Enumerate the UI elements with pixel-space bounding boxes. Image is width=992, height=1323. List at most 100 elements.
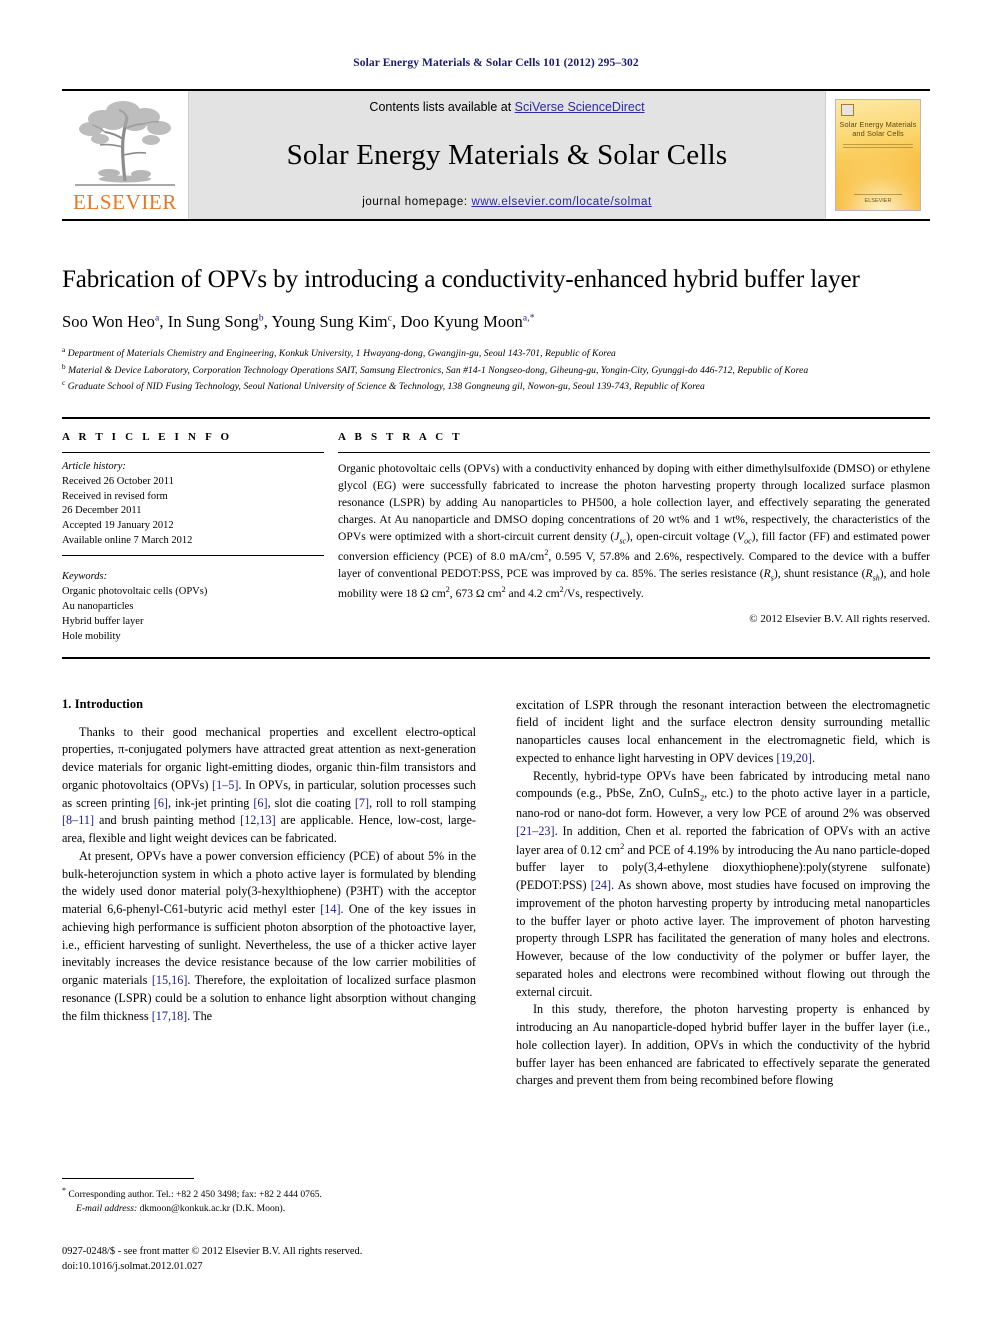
keyword-item: Organic photovoltaic cells (OPVs) (62, 586, 208, 598)
citation-reference[interactable]: [17,18] (152, 1009, 188, 1023)
paragraph: excitation of LSPR through the resonant … (516, 697, 930, 765)
author-name: Soo Won Heo (62, 312, 155, 331)
imprint-front-matter: 0927-0248/$ - see front matter © 2012 El… (62, 1246, 363, 1257)
article-history-item: Received in revised form (62, 490, 168, 502)
keyword-item: Hybrid buffer layer (62, 615, 144, 627)
article-history-item: Available online 7 March 2012 (62, 535, 193, 547)
article-info-column: A R T I C L E I N F O Article history: R… (62, 431, 324, 645)
citation-reference[interactable]: [24] (591, 878, 611, 892)
cover-title-line2: and Solar Cells (852, 129, 904, 139)
running-head: Solar Energy Materials & Solar Cells 101… (353, 57, 639, 69)
article-history-block: Article history: Received 26 October 201… (62, 460, 324, 555)
citation-reference[interactable]: [21–23] (516, 824, 555, 838)
abstract-text: Organic photovoltaic cells (OPVs) with a… (338, 461, 931, 600)
affiliation-list: a Department of Materials Chemistry and … (62, 345, 930, 395)
footnote-rule (62, 1178, 194, 1179)
author-name: Young Sung Kim (271, 312, 388, 331)
corresponding-author-note: * Corresponding author. Tel.: +82 2 450 … (62, 1185, 476, 1202)
cover-footer-text: ELSEVIER (864, 198, 892, 204)
cover-footer-rule (854, 194, 902, 195)
elsevier-tree-icon (75, 101, 175, 186)
contents-prefix: Contents lists available at (369, 100, 515, 114)
author-separator: , (263, 312, 272, 331)
author-item: In Sung Songb, (168, 312, 272, 331)
email-note: E-mail address: dkmoon@konkuk.ac.kr (D.K… (62, 1202, 476, 1216)
body-section: 1. Introduction Thanks to their good mec… (0, 697, 992, 1090)
abstract-copyright: © 2012 Elsevier B.V. All rights reserved… (749, 612, 930, 625)
info-abstract-section: A R T I C L E I N F O Article history: R… (0, 416, 992, 659)
body-column-right: excitation of LSPR through the resonant … (516, 697, 930, 1090)
author-separator: , (159, 312, 168, 331)
affiliation-marker: a (62, 346, 66, 354)
author-name: In Sung Song (167, 312, 259, 331)
author-list: Soo Won Heoa, In Sung Songb, Young Sung … (62, 312, 930, 332)
sciencedirect-link[interactable]: SciVerse ScienceDirect (515, 100, 645, 114)
affiliation-text: Graduate School of NID Fusing Technology… (67, 381, 705, 393)
article-info-heading: A R T I C L E I N F O (62, 430, 233, 443)
abstract-heading: A B S T R A C T (338, 430, 463, 443)
keywords-block: Keywords: Organic photovoltaic cells (OP… (62, 563, 324, 645)
column-gap (324, 431, 338, 645)
paper-page: Solar Energy Materials & Solar Cells 101… (0, 0, 992, 1323)
citation-reference[interactable]: [7] (355, 796, 369, 810)
cover-subtitle-lines (843, 144, 913, 149)
elsevier-logo-block: ELSEVIER (62, 91, 188, 219)
author-item: Doo Kyung Moona,* (401, 312, 535, 331)
paragraph: At present, OPVs have a power conversion… (62, 848, 477, 1023)
affiliation-text: Department of Materials Chemistry and En… (67, 348, 616, 360)
body-column-left: 1. Introduction Thanks to their good mec… (62, 697, 476, 1090)
imprint-doi[interactable]: doi:10.1016/j.solmat.2012.01.027 (62, 1259, 562, 1274)
citation-reference[interactable]: [6] (253, 796, 267, 810)
elsevier-wordmark: ELSEVIER (73, 190, 177, 214)
page-title: Fabrication of OPVs by introducing a con… (62, 266, 860, 293)
article-info-rule-top (62, 451, 324, 453)
article-info-rule-bottom (62, 555, 324, 557)
title-block: Fabrication of OPVs by introducing a con… (0, 264, 992, 395)
journal-masthead: ELSEVIER Contents lists available at Sci… (62, 91, 930, 219)
email-address[interactable]: dkmoon@konkuk.ac.kr (D.K. Moon). (140, 1203, 286, 1214)
citation-reference[interactable]: [12,13] (240, 813, 276, 827)
affiliation-marker: c (62, 379, 66, 388)
paragraph: Recently, hybrid-type OPVs have been fab… (516, 768, 930, 999)
info-section-bottom-rule (62, 656, 930, 659)
author-affiliation-marker: a,* (522, 313, 535, 324)
section-heading-introduction: 1. Introduction (62, 696, 144, 711)
citation-reference[interactable]: [15,16] (152, 973, 188, 987)
citation-reference[interactable]: [14] (320, 902, 340, 916)
imprint-block: 0927-0248/$ - see front matter © 2012 El… (62, 1244, 562, 1274)
cover-elsevier-mark-icon (841, 104, 854, 116)
author-name: Doo Kyung Moon (400, 312, 523, 331)
email-label: E-mail address: (76, 1203, 138, 1215)
column-gutter (476, 697, 516, 1090)
journal-title: Solar Energy Materials & Solar Cells (286, 138, 728, 171)
info-section-top-rule (62, 416, 930, 419)
affiliation-marker: b (62, 362, 66, 371)
article-history-item: Received 26 October 2011 (62, 475, 174, 487)
journal-banner: Contents lists available at SciVerse Sci… (188, 91, 826, 219)
citation-reference[interactable]: [8–11] (62, 813, 94, 827)
author-separator: , (392, 312, 401, 331)
journal-cover-block: Solar Energy Materials and Solar Cells E… (826, 91, 930, 219)
footnote-marker: * (62, 1186, 66, 1195)
article-history-item: 26 December 2011 (62, 505, 142, 517)
footnote-area: * Corresponding author. Tel.: +82 2 450 … (62, 1178, 476, 1216)
journal-homepage-link[interactable]: www.elsevier.com/locate/solmat (471, 196, 651, 208)
abstract-column: A B S T R A C T Organic photovoltaic cel… (338, 431, 930, 645)
corresponding-author-text: Corresponding author. Tel.: +82 2 450 34… (68, 1189, 322, 1201)
affiliation-item: a Department of Materials Chemistry and … (62, 345, 930, 362)
article-history-label: Article history: (62, 460, 126, 472)
affiliation-item: c Graduate School of NID Fusing Technolo… (62, 378, 930, 395)
keyword-item: Hole mobility (62, 630, 121, 642)
homepage-prefix: journal homepage: (362, 196, 472, 208)
contents-available-line: Contents lists available at SciVerse Sci… (369, 100, 644, 114)
masthead-bottom-rule (62, 219, 930, 221)
citation-reference[interactable]: [19,20] (776, 751, 812, 765)
paragraph: Thanks to their good mechanical properti… (62, 724, 477, 846)
masthead-wrapper: ELSEVIER Contents lists available at Sci… (0, 89, 992, 221)
abstract-rule (338, 451, 930, 453)
citation-reference[interactable]: [1–5] (212, 778, 238, 792)
keyword-item: Au nanoparticles (62, 600, 134, 612)
citation-reference[interactable]: [6] (154, 796, 168, 810)
paragraph: In this study, therefore, the photon har… (516, 1002, 930, 1088)
cover-title: Solar Energy Materials and Solar Cells (836, 120, 920, 139)
